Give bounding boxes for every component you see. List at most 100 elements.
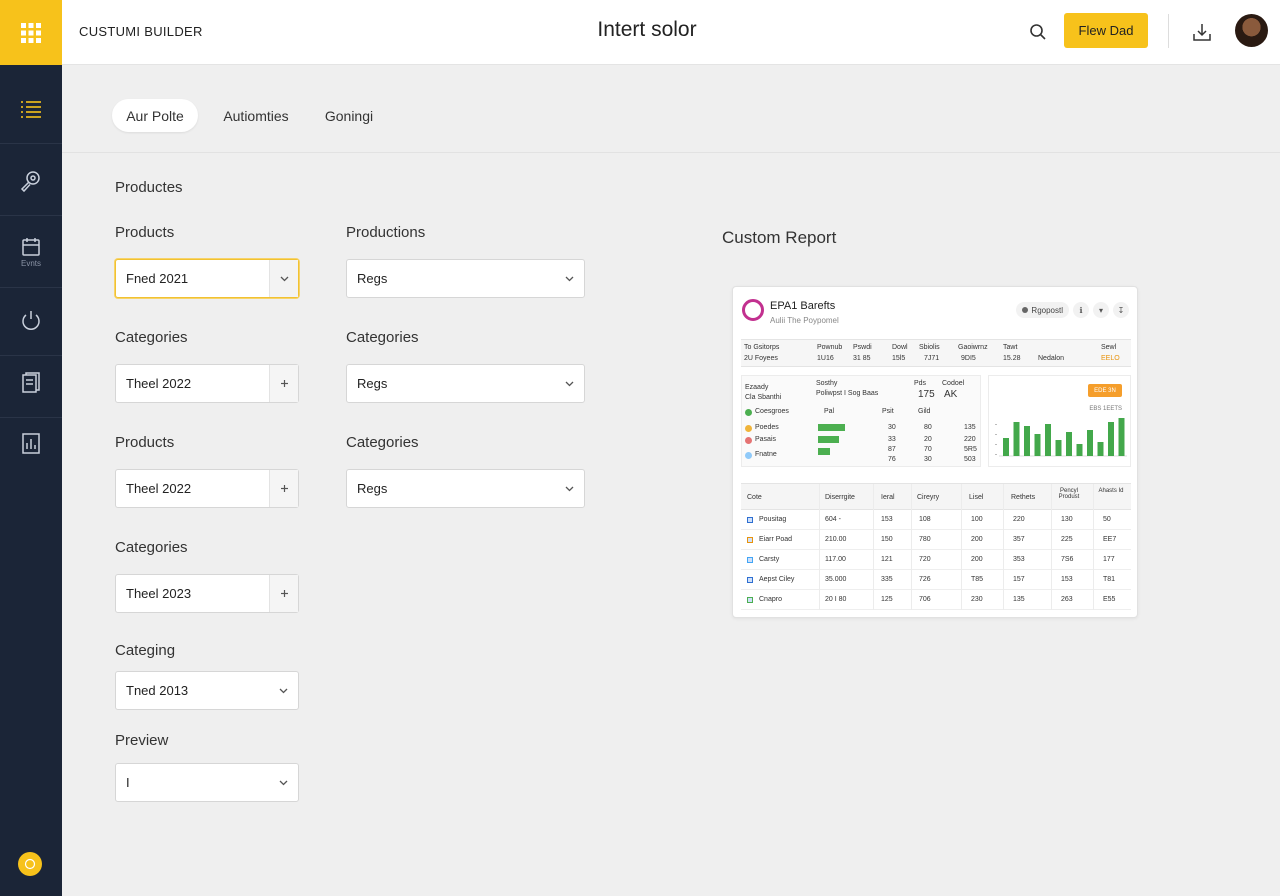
column-divider [1003,484,1004,610]
table-cell: 335 [881,576,893,583]
table-header-cell: Lisel [969,494,984,501]
table-cell: 726 [919,576,931,583]
field-label: Categories [115,329,188,346]
categories-input[interactable]: Theel 2023 [115,574,299,613]
table-row[interactable]: Eiarr Poad 210.00 150 780 200 357 225 EE7 [741,530,1131,550]
row-checkbox-icon[interactable] [747,557,753,563]
report-chip[interactable]: Rgopostl [1016,302,1069,318]
table-header-cell: Ahasts Id [1098,488,1124,494]
tab-autiomties[interactable]: Autiomties [212,99,300,132]
sidebar: Evnts [0,0,62,896]
summary-value: 31 85 [853,355,871,362]
table-cell: 230 [971,596,983,603]
dropdown-toggle[interactable] [268,688,298,694]
page-title: Intert solor [597,18,697,41]
list-icon [21,100,41,118]
dropdown-toggle[interactable] [269,260,298,297]
row-checkbox-icon[interactable] [747,597,753,603]
field-label: Categories [115,539,188,556]
table-cell: 35.000 [825,576,847,583]
table-cell: 117.00 [825,556,846,563]
mini-bar-chart [995,418,1127,457]
panel-cell: 503 [964,456,976,463]
primary-action-button[interactable]: Flew Dad [1064,13,1148,48]
search-button[interactable] [1026,20,1050,44]
chart-bar [1108,422,1114,456]
sidebar-item-reports[interactable] [0,408,62,478]
table-cell: EE7 [1103,536,1117,543]
panel-cell: Psit [882,408,894,415]
table-row[interactable]: Carsty 117.00 121 720 200 353 7S6 177 [741,550,1131,570]
report-preview-card[interactable]: EPA1 Barefts Aulii The Poypomel Rgopostl… [732,286,1138,618]
productions-select[interactable]: Regs [346,259,585,298]
legend-label: Poedes [755,424,779,431]
chart-bar [1076,444,1083,456]
column-divider [961,484,962,610]
field-value: Regs [357,271,388,286]
settings-wrench-icon [20,170,40,192]
report-summary: To Gsitorps Pownub Pswdi Dowl Sbiolis Ga… [741,339,1131,367]
summary-header: Gaoiwrnz [958,344,988,351]
report-info-icon[interactable]: ℹ [1073,302,1089,318]
avatar[interactable] [1235,14,1268,47]
report-dropdown-icon[interactable]: ▾ [1093,302,1109,318]
sidebar-item-list[interactable] [0,74,62,144]
help-button[interactable] [18,852,42,876]
table-row[interactable]: Aepst Ciley 35.000 335 726 T85 157 153 T81 [741,570,1131,590]
add-button[interactable] [269,470,298,507]
panel-label: Ezaady [745,384,769,391]
dropdown-toggle[interactable] [554,276,584,282]
legend-dot-icon [745,437,752,444]
field-value: Theel 2023 [126,586,192,601]
row-checkbox-icon[interactable] [747,537,753,543]
table-cell: 353 [1013,556,1025,563]
preview-select[interactable]: I [115,763,299,802]
sidebar-item-tools[interactable] [0,146,62,216]
products-select[interactable]: Fned 2021 [115,259,299,298]
table-cell: 200 [971,556,983,563]
table-cell: 357 [1013,536,1025,543]
report-download-icon[interactable]: ↧ [1113,302,1129,318]
chart-bar [1055,440,1062,456]
table-cell: 220 [1013,516,1025,523]
add-button[interactable] [269,575,298,612]
grid-icon [21,22,41,43]
panel-cell: 20 [924,436,932,443]
table-cell: 225 [1061,536,1073,543]
categories-select[interactable]: Regs [346,469,585,508]
table-row[interactable]: Cnapro 20 I 80 125 706 230 135 263 E55 [741,590,1131,610]
summary-value: EELO [1101,355,1120,362]
panel-col: Pds [914,380,927,387]
download-button[interactable] [1190,20,1214,44]
row-checkbox-icon[interactable] [747,577,753,583]
app-launcher-button[interactable] [0,0,62,65]
table-row[interactable]: Pousitag 604 - 153 108 100 220 130 50 [741,510,1131,530]
table-cell: 153 [881,516,893,523]
table-header-cell: Diserrgite [825,494,855,501]
categing-select[interactable]: Tned 2013 [115,671,299,710]
status-dot-icon [1022,307,1029,313]
row-checkbox-icon[interactable] [747,517,753,523]
report-logo-icon [742,299,764,321]
add-button[interactable] [269,365,298,402]
chevron-down-icon [565,486,573,491]
sidebar-item-power[interactable] [0,286,62,356]
categories-select[interactable]: Regs [346,364,585,403]
sidebar-item-events[interactable]: Evnts [0,218,62,288]
dropdown-toggle[interactable] [268,780,298,786]
tab-goningi[interactable]: Goningi [314,99,384,132]
summary-header: Sewl [1101,344,1117,351]
products-input[interactable]: Theel 2022 [115,469,299,508]
dropdown-toggle[interactable] [554,381,584,387]
legend-label: Pasais [755,436,777,443]
field-value: I [126,775,130,790]
dropdown-toggle[interactable] [554,486,584,492]
table-cell: 706 [919,596,931,603]
field-value: Theel 2022 [126,376,192,391]
panel-cell: 30 [924,456,932,463]
plus-icon [280,485,288,492]
categories-input[interactable]: Theel 2022 [115,364,299,403]
tab-aur-polte[interactable]: Aur Polte [112,99,198,132]
form-section-title: Productes [115,179,183,196]
field-label: Products [115,224,175,241]
